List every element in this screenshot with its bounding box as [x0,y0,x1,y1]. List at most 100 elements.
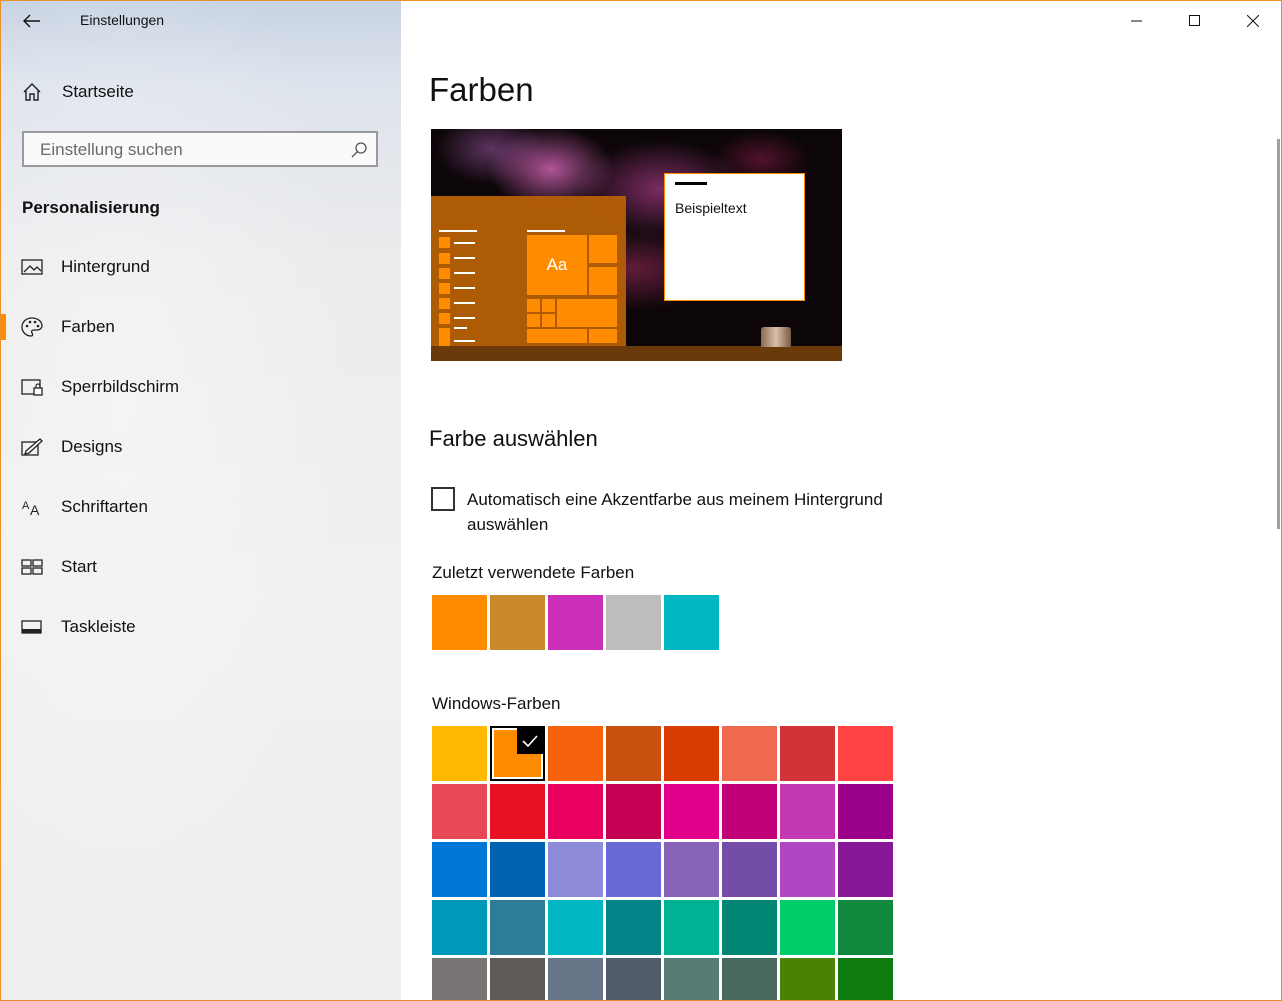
windows-color-swatch[interactable] [606,900,661,955]
windows-color-swatch[interactable] [722,958,777,1000]
preview-tile-large: Aa [527,235,587,295]
preview-tile [557,299,617,327]
sidebar-item-hintergrund[interactable]: Hintergrund [1,237,401,297]
home-icon [23,83,41,101]
windows-color-swatch[interactable] [838,958,893,1000]
sidebar-nav: Hintergrund Farben Sperrbildschirm Desig… [1,237,401,657]
windows-color-swatch[interactable] [780,958,835,1000]
sidebar-item-label: Start [61,557,97,576]
windows-color-swatch[interactable] [838,784,893,839]
windows-color-swatch[interactable] [838,842,893,897]
sidebar-item-home[interactable]: Startseite [1,71,401,113]
windows-color-swatch[interactable] [432,842,487,897]
windows-color-swatch[interactable] [432,900,487,955]
windows-color-swatch[interactable] [780,900,835,955]
scrollbar[interactable] [1277,139,1280,529]
recent-color-swatch[interactable] [664,595,719,650]
preview-line [454,257,475,259]
preview-square [439,283,450,294]
palette-icon [21,317,43,337]
windows-color-swatch[interactable] [722,784,777,839]
recent-color-swatch[interactable] [432,595,487,650]
font-icon: A A [22,500,40,517]
search-box[interactable] [22,131,378,167]
preview-tile [527,329,587,343]
search-input[interactable] [38,133,342,167]
sidebar-item-sperrbildschirm[interactable]: Sperrbildschirm [1,357,401,417]
windows-color-swatch[interactable] [432,784,487,839]
maximize-button[interactable] [1167,1,1223,41]
recent-color-swatch[interactable] [548,595,603,650]
preview-tile [527,314,540,327]
windows-color-swatch[interactable] [548,784,603,839]
recent-color-swatch[interactable] [490,595,545,650]
lock-screen-icon [21,379,43,396]
preview-tile [542,299,555,312]
preview-tile [542,314,555,327]
windows-color-swatch[interactable] [722,900,777,955]
close-button[interactable] [1225,1,1281,41]
windows-color-swatch[interactable] [664,842,719,897]
sidebar-item-farben[interactable]: Farben [1,297,401,357]
preview-line [454,302,475,304]
sidebar-item-label: Sperrbildschirm [61,377,180,396]
windows-color-swatch[interactable] [548,842,603,897]
preview-line [454,340,475,342]
preview-tile [589,235,617,263]
sidebar-item-taskleiste[interactable]: Taskleiste [1,597,401,657]
windows-color-swatch[interactable] [490,726,545,781]
windows-color-swatch[interactable] [780,842,835,897]
auto-accent-checkbox[interactable] [431,487,455,511]
sidebar-item-label: Taskleiste [61,617,136,636]
windows-color-swatch[interactable] [432,958,487,1000]
svg-text:A: A [22,500,30,512]
windows-color-swatch[interactable] [548,726,603,781]
windows-color-swatch[interactable] [490,958,545,1000]
windows-colors-label: Windows-Farben [432,694,561,713]
windows-color-swatch[interactable] [722,842,777,897]
windows-color-swatch[interactable] [606,958,661,1000]
minimize-button[interactable] [1109,1,1165,41]
windows-color-swatch[interactable] [548,900,603,955]
windows-color-swatch[interactable] [490,900,545,955]
svg-text:A: A [30,502,40,517]
windows-color-swatch[interactable] [664,958,719,1000]
back-arrow-icon [23,14,40,28]
windows-color-swatch[interactable] [838,900,893,955]
recent-color-swatch[interactable] [606,595,661,650]
start-icon [21,559,43,575]
preview-window: Beispieltext [664,173,805,301]
windows-color-swatch[interactable] [664,784,719,839]
sidebar-item-designs[interactable]: Designs [1,417,401,477]
windows-color-swatch[interactable] [490,784,545,839]
sidebar-item-start[interactable]: Start [1,537,401,597]
sidebar-item-label: Designs [61,437,123,456]
windows-color-swatch[interactable] [664,900,719,955]
windows-color-swatch[interactable] [780,726,835,781]
search-icon[interactable] [350,141,368,159]
windows-color-swatch[interactable] [606,726,661,781]
windows-color-swatch[interactable] [606,842,661,897]
preview-sample-text: Beispieltext [675,200,747,216]
windows-color-swatch[interactable] [548,958,603,1000]
windows-color-swatch[interactable] [606,784,661,839]
sidebar-item-label: Schriftarten [61,497,148,516]
preview-mug [761,327,791,347]
preview-tile [589,267,617,295]
windows-color-swatch[interactable] [780,784,835,839]
preview-square [439,237,450,248]
windows-color-swatch[interactable] [664,726,719,781]
windows-color-swatch[interactable] [490,842,545,897]
preview-square [439,313,450,324]
windows-color-swatch[interactable] [838,726,893,781]
windows-color-swatch[interactable] [432,726,487,781]
back-button[interactable] [15,7,49,35]
preview-line [527,230,565,232]
page-title: Farben [429,71,534,108]
sidebar-item-schriftarten[interactable]: A A Schriftarten [1,477,401,537]
auto-accent-label[interactable]: Automatisch eine Akzentfarbe aus meinem … [467,487,947,537]
section-title: Personalisierung [22,198,160,217]
preview-line [439,230,477,232]
windows-color-swatch[interactable] [722,726,777,781]
preview-line [454,287,475,289]
